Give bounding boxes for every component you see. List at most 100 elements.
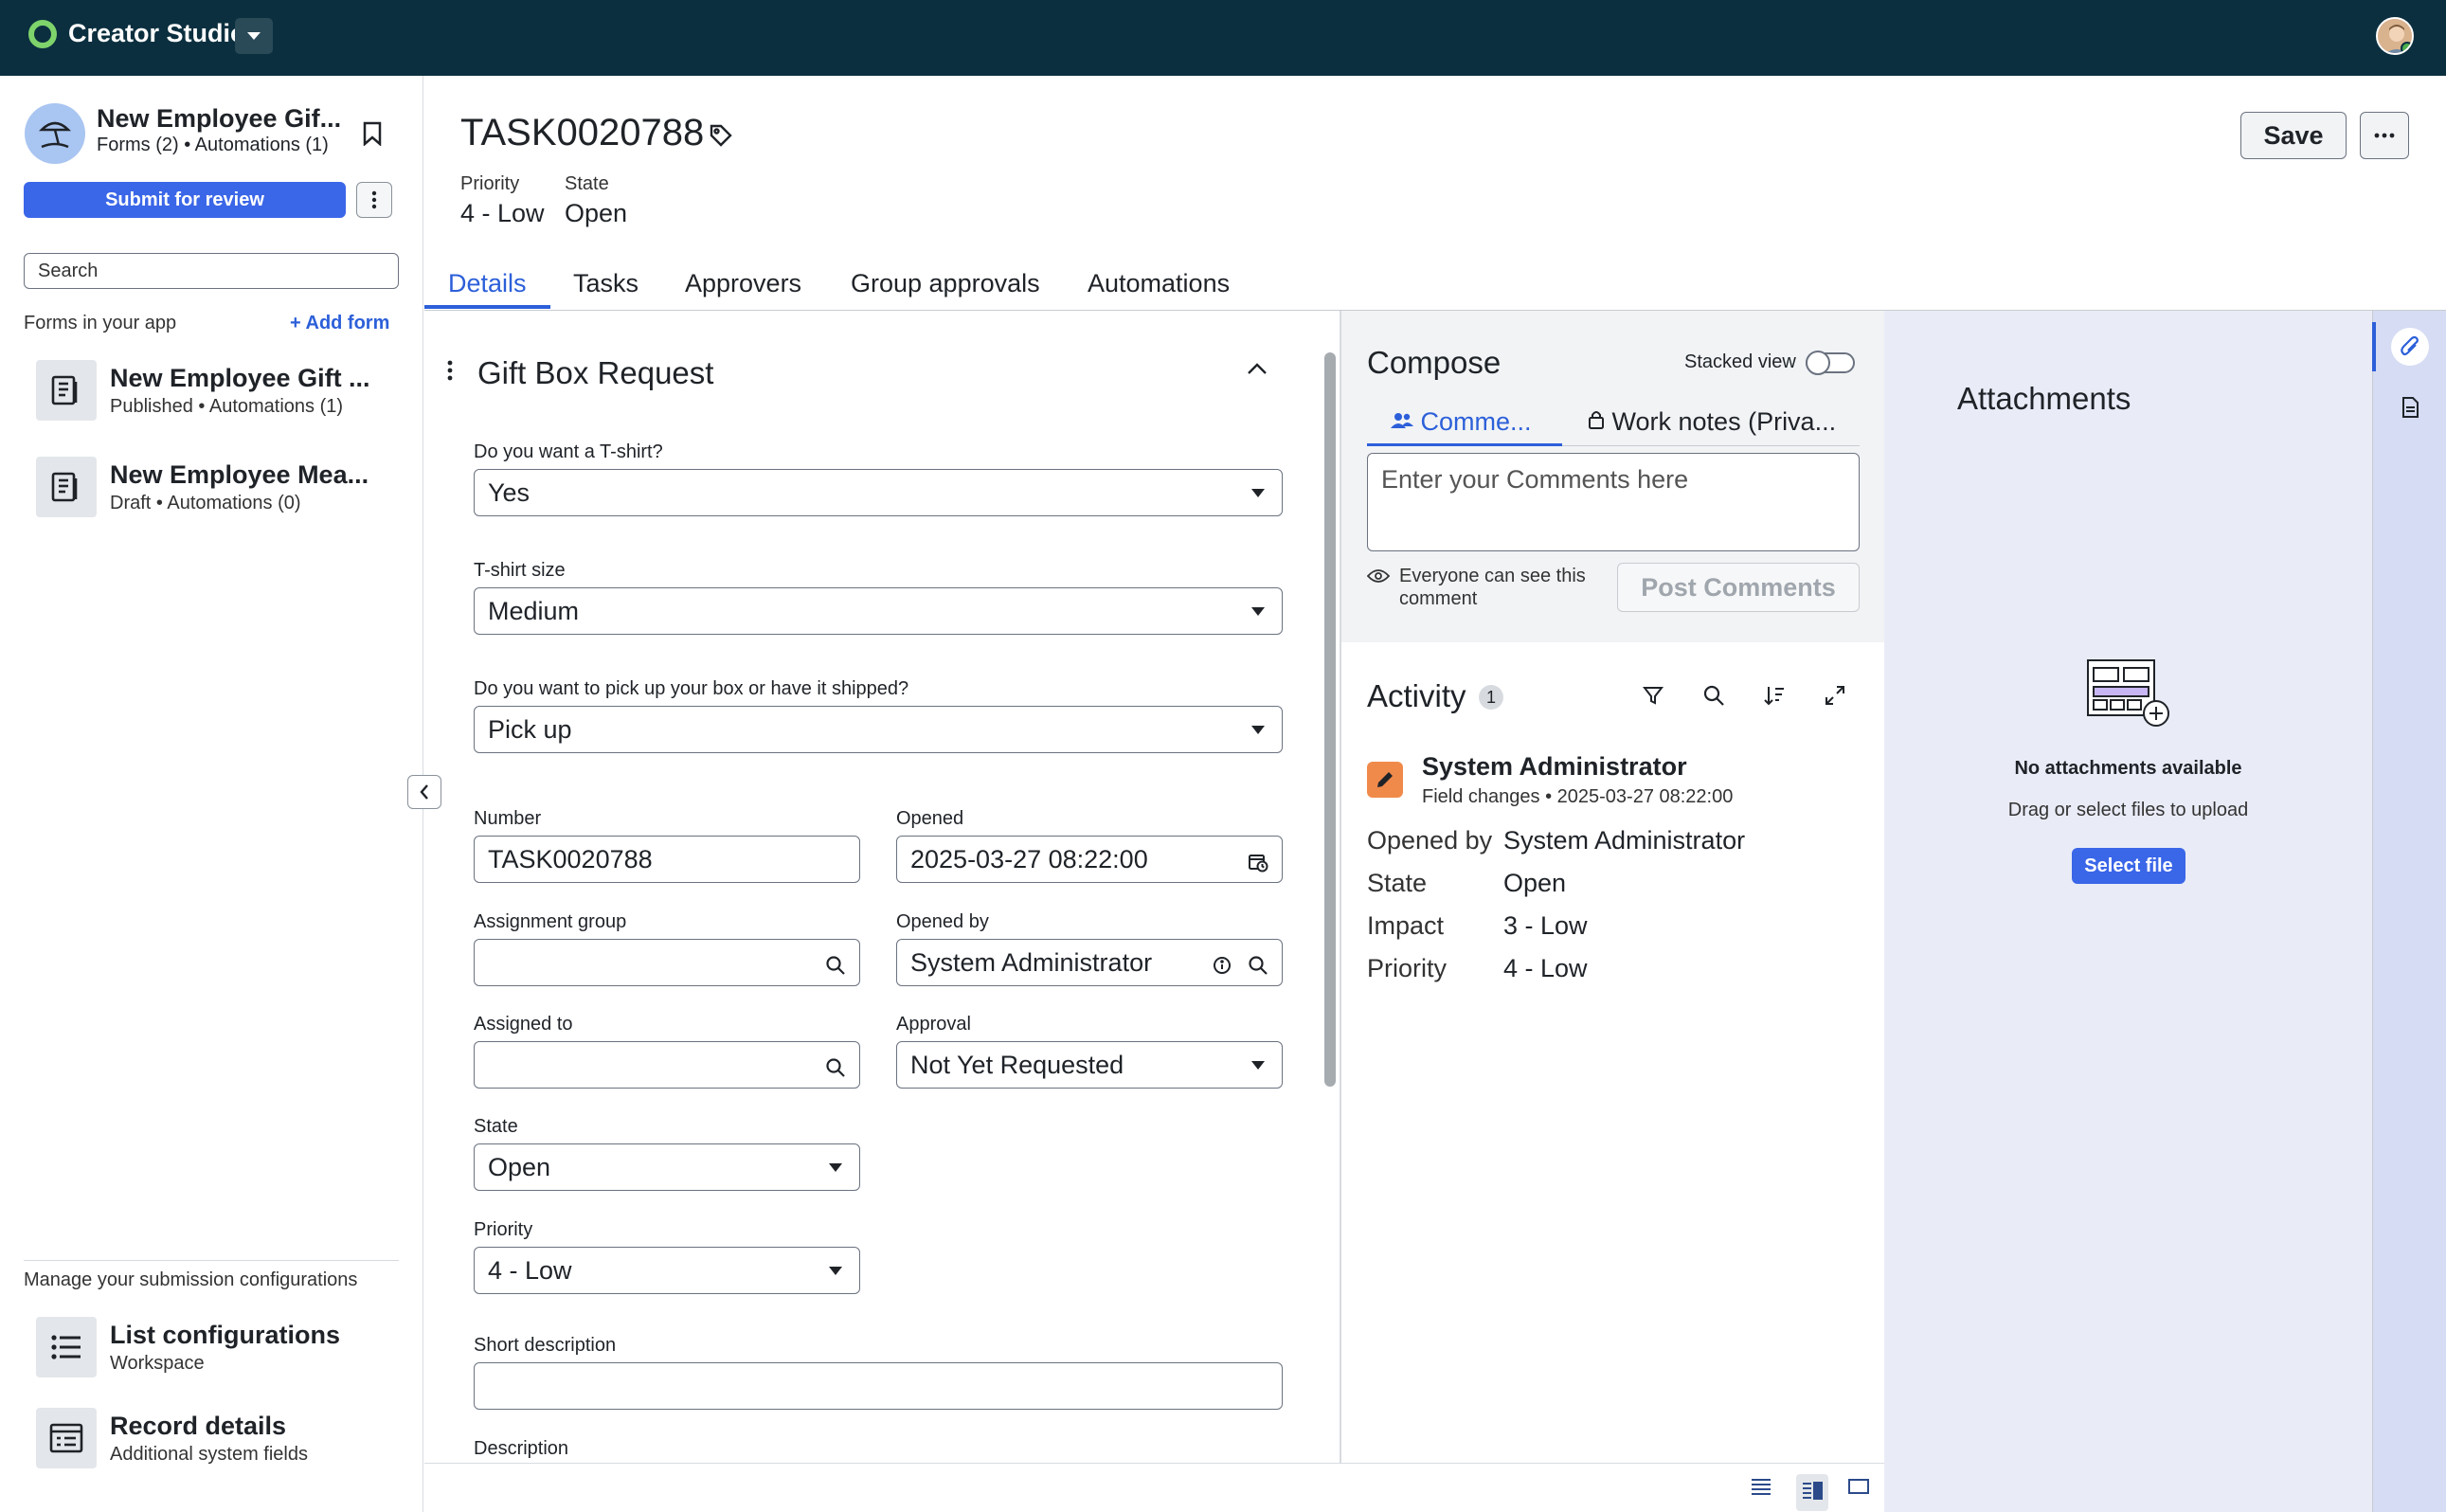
comment-textarea[interactable]: Enter your Comments here <box>1367 453 1860 551</box>
caret-down-icon <box>247 32 261 40</box>
form-document-icon <box>51 472 78 502</box>
form-list-item[interactable]: New Employee Gift ... Published • Automa… <box>34 360 413 426</box>
forms-section-label: Forms in your app <box>24 313 177 333</box>
form-section-options-button[interactable] <box>447 360 453 386</box>
list-icon <box>51 1335 81 1359</box>
add-form-link[interactable]: + Add form <box>290 313 389 334</box>
assigned-to-field[interactable] <box>474 1041 860 1089</box>
info-button[interactable] <box>1212 953 1232 982</box>
tshirt-size-select[interactable]: Medium <box>474 587 1283 635</box>
compact-view-button[interactable] <box>1749 1474 1773 1503</box>
priority-select[interactable]: 4 - Low <box>474 1247 860 1294</box>
tab-comments[interactable]: Comme... <box>1391 407 1532 437</box>
eye-icon <box>1367 569 1390 583</box>
select-file-button[interactable]: Select file <box>2072 848 2185 884</box>
tab-tasks[interactable]: Tasks <box>573 269 638 310</box>
sort-button[interactable] <box>1763 684 1786 711</box>
app-icon <box>25 103 85 164</box>
stacked-view-toggle[interactable] <box>1806 351 1855 375</box>
tab-group-approvals[interactable]: Group approvals <box>851 269 1040 310</box>
form-title: New Employee Gift ... <box>110 364 370 392</box>
bookmark-icon <box>363 121 382 147</box>
approval-label: Approval <box>896 1014 971 1035</box>
info-icon <box>1214 957 1231 974</box>
activity-title: Activity <box>1367 678 1466 713</box>
save-button[interactable]: Save <box>2240 112 2347 159</box>
document-rail-button[interactable] <box>2391 388 2429 426</box>
app-switcher-button[interactable] <box>235 18 273 54</box>
top-bar: Creator Studio <box>0 0 2446 76</box>
record-details-item[interactable]: Record details Additional system fields <box>34 1408 413 1474</box>
assignment-group-field[interactable] <box>474 939 860 986</box>
calendar-clock-button[interactable] <box>1248 850 1268 879</box>
activity-search-button[interactable] <box>1702 684 1725 711</box>
more-actions-button[interactable] <box>2360 112 2409 159</box>
short-description-input[interactable] <box>474 1362 1283 1410</box>
tshirt-select[interactable]: Yes <box>474 469 1283 516</box>
form-title: New Employee Mea... <box>110 460 369 489</box>
single-view-button[interactable] <box>1846 1474 1871 1503</box>
lookup-search-button[interactable] <box>825 953 846 982</box>
form-list-item[interactable]: New Employee Mea... Draft • Automations … <box>34 457 413 523</box>
vertical-dots-icon <box>447 360 453 381</box>
collapse-sidebar-button[interactable] <box>407 775 441 809</box>
app-options-button[interactable] <box>356 182 392 218</box>
active-tab-indicator <box>424 305 550 309</box>
beach-umbrella-icon <box>38 121 72 149</box>
right-utility-rail <box>2372 311 2446 1512</box>
activity-field-value: System Administrator <box>1503 826 1746 855</box>
activity-field-value: 3 - Low <box>1503 911 1588 940</box>
lookup-search-button[interactable] <box>1248 953 1268 982</box>
pickup-value: Pick up <box>488 714 572 744</box>
attachments-panel <box>1884 311 2372 1512</box>
pickup-select[interactable]: Pick up <box>474 706 1283 753</box>
tag-icon <box>710 124 732 147</box>
opened-date-field[interactable]: 2025-03-27 08:22:00 <box>896 836 1283 883</box>
tab-automations[interactable]: Automations <box>1088 269 1230 310</box>
lookup-search-button[interactable] <box>825 1055 846 1085</box>
activity-field-value: Open <box>1503 869 1567 897</box>
attachments-rail-button[interactable] <box>2391 328 2429 366</box>
split-view-button[interactable] <box>1796 1474 1828 1511</box>
number-value: TASK0020788 <box>488 844 653 873</box>
creator-studio-logo-icon <box>28 19 57 48</box>
submit-for-review-button[interactable]: Submit for review <box>24 182 346 218</box>
assigned-to-label: Assigned to <box>474 1014 573 1035</box>
split-view-icon <box>1803 1482 1823 1500</box>
sidebar-search-input[interactable]: Search <box>24 253 399 289</box>
state-select[interactable]: Open <box>474 1143 860 1191</box>
online-status-indicator <box>2401 42 2412 53</box>
compose-title: Compose <box>1367 345 1502 380</box>
left-sidebar: New Employee Gif... Forms (2) • Automati… <box>0 76 423 1512</box>
brand[interactable]: Creator Studio <box>28 19 246 48</box>
priority-label: Priority <box>474 1219 533 1240</box>
dropdown-caret-icon <box>829 1163 842 1172</box>
page-title: TASK0020788 <box>460 112 705 153</box>
tag-button[interactable] <box>709 123 733 153</box>
list-configurations-item[interactable]: List configurations Workspace <box>34 1317 413 1383</box>
empty-attachments-illustration <box>2086 658 2173 735</box>
filter-button[interactable] <box>1642 684 1664 711</box>
description-label: Description <box>474 1438 569 1459</box>
number-field[interactable]: TASK0020788 <box>474 836 860 883</box>
tshirt-size-value: Medium <box>488 596 580 625</box>
expand-activity-button[interactable] <box>1824 684 1846 711</box>
post-comments-button[interactable]: Post Comments <box>1617 563 1860 612</box>
visibility-text: Everyone can see this comment <box>1399 566 1586 609</box>
approval-select[interactable]: Not Yet Requested <box>896 1041 1283 1089</box>
sidebar-divider <box>24 1260 399 1261</box>
bookmark-button[interactable] <box>362 121 383 151</box>
calendar-clock-icon <box>1249 855 1268 873</box>
priority-value: 4 - Low <box>488 1255 572 1285</box>
tab-details[interactable]: Details <box>448 269 527 310</box>
form-scrollbar-thumb[interactable] <box>1324 352 1336 1087</box>
chevron-up-icon <box>1248 363 1267 374</box>
opened-by-field[interactable]: System Administrator <box>896 939 1283 986</box>
user-avatar[interactable] <box>2376 17 2414 55</box>
state-meta-value: Open <box>565 199 628 227</box>
collapse-section-button[interactable] <box>1247 362 1268 380</box>
tab-work-notes[interactable]: Work notes (Priva... <box>1588 407 1836 437</box>
pencil-icon <box>1377 772 1393 787</box>
chevron-left-icon <box>420 784 428 800</box>
tab-approvers[interactable]: Approvers <box>685 269 801 310</box>
